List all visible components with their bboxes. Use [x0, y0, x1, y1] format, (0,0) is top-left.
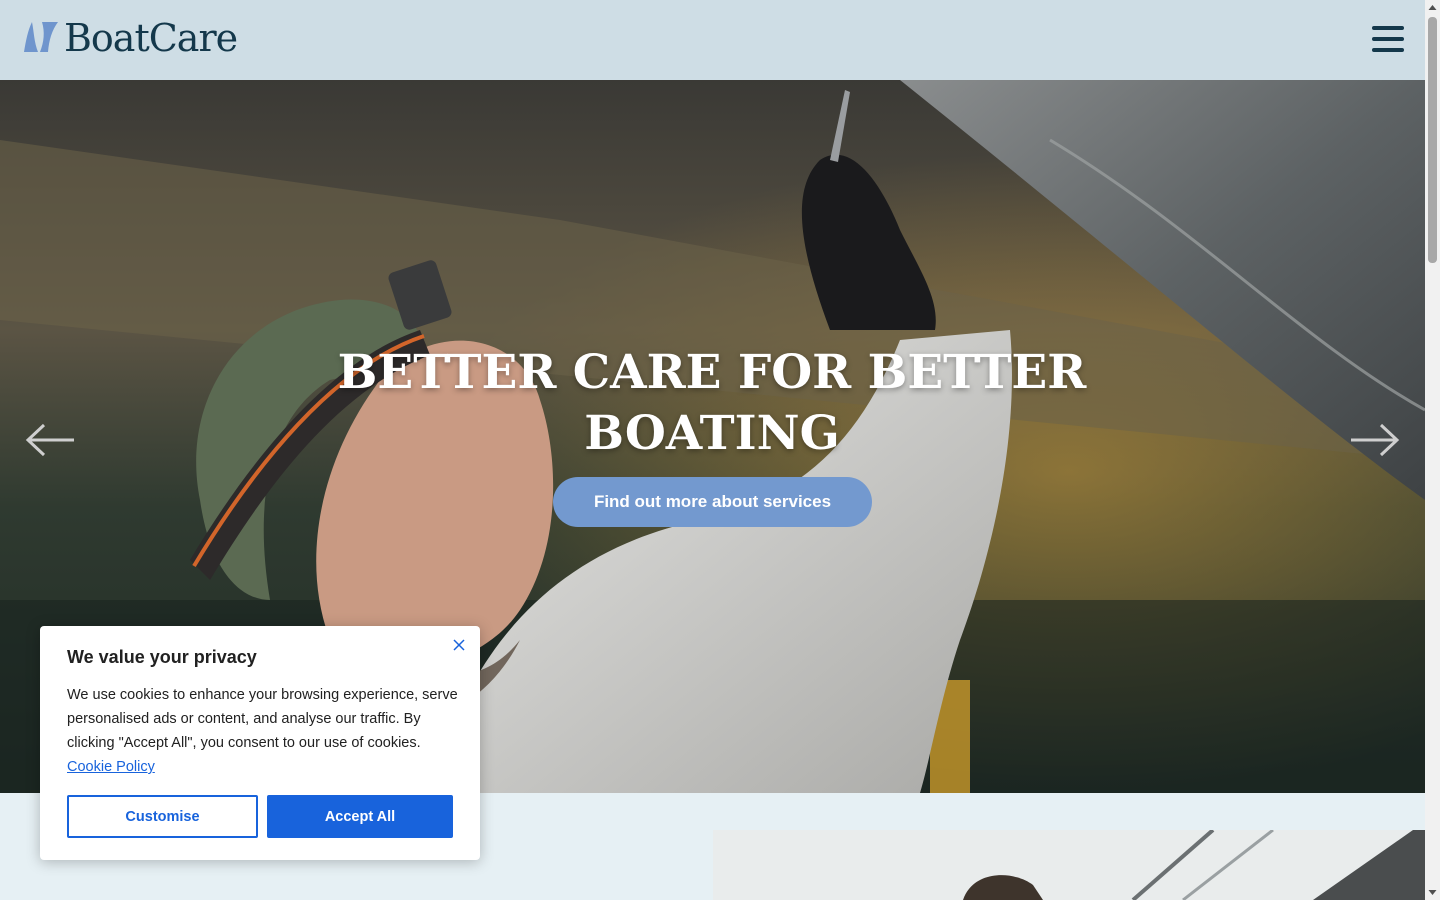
accept-all-button[interactable]: Accept All [267, 795, 453, 838]
page-scrollbar[interactable] [1425, 0, 1440, 900]
arrow-left-icon[interactable] [24, 420, 76, 460]
scrollbar-thumb[interactable] [1428, 17, 1437, 263]
scroll-up-icon[interactable] [1425, 0, 1440, 15]
scroll-down-icon[interactable] [1425, 885, 1440, 900]
customise-button[interactable]: Customise [67, 795, 258, 838]
services-cta-button[interactable]: Find out more about services [553, 477, 872, 527]
brand-name: BoatCare [64, 16, 238, 60]
cookie-consent-banner: We value your privacy We use cookies to … [40, 626, 480, 860]
hamburger-menu-icon[interactable] [1372, 26, 1406, 56]
brand-logo[interactable]: BoatCare [22, 16, 238, 60]
arrow-right-icon[interactable] [1349, 420, 1401, 460]
cookie-body-text: We use cookies to enhance your browsing … [67, 687, 458, 751]
hero-title: BETTER CARE FOR BETTER BOATING [337, 345, 1087, 461]
site-header: BoatCare [0, 0, 1425, 80]
cookie-policy-link[interactable]: Cookie Policy [67, 759, 155, 775]
cookie-description: We use cookies to enhance your browsing … [67, 683, 462, 779]
close-icon[interactable] [450, 636, 468, 654]
cookie-title: We value your privacy [67, 647, 257, 667]
sail-logo-icon [24, 22, 58, 52]
section-photo [713, 830, 1425, 900]
